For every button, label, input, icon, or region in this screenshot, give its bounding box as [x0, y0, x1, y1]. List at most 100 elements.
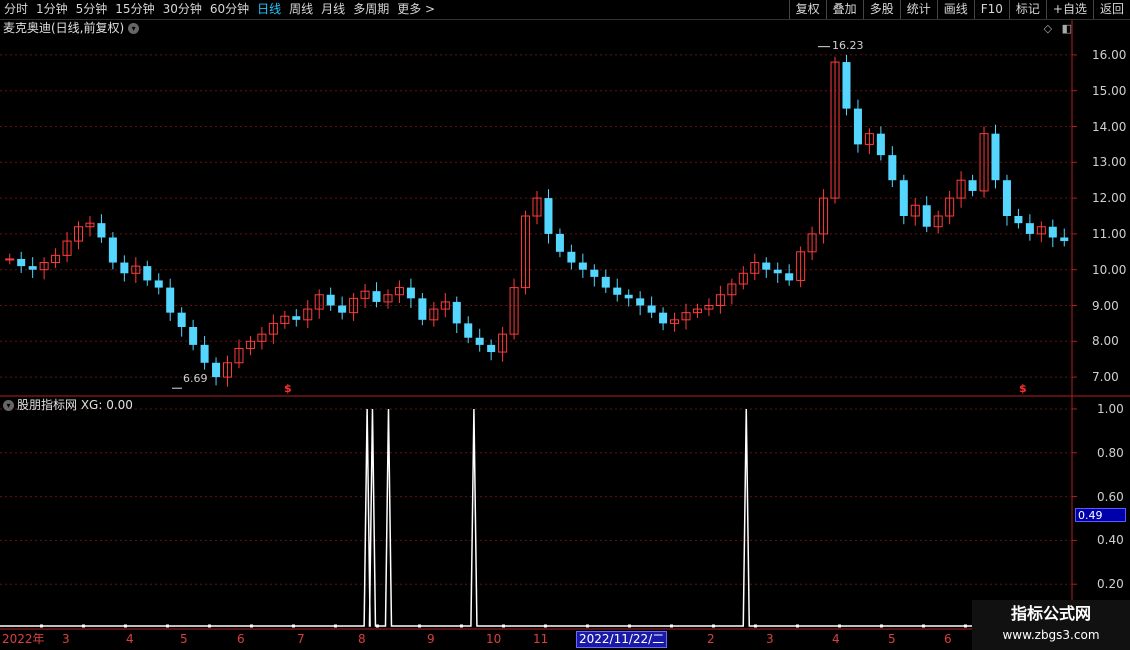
date-tick-label: 7	[297, 632, 305, 646]
signal-dot	[40, 624, 43, 628]
candle-body	[544, 198, 553, 234]
signal-dot	[796, 624, 799, 628]
price-tick-label: 8.00	[1092, 334, 1119, 349]
signal-dot	[586, 624, 589, 628]
price-tick-label: 11.00	[1092, 226, 1127, 241]
price-tick-label: 15.00	[1092, 83, 1127, 98]
candle-body	[200, 344, 209, 363]
signal-dot	[334, 624, 337, 628]
date-tick-label: 5	[888, 632, 896, 646]
price-tick-label: 13.00	[1092, 155, 1127, 170]
candle-body	[762, 262, 771, 270]
date-tick-label: 6	[944, 632, 952, 646]
signal-dot	[418, 624, 421, 628]
signal-dot	[166, 624, 169, 628]
candle-body	[624, 294, 633, 299]
signal-dot	[628, 624, 631, 628]
signal-dot	[922, 624, 925, 628]
candle-body	[922, 205, 931, 227]
indicator-tick-label: 0.20	[1097, 577, 1124, 592]
candle-body	[212, 362, 221, 378]
signal-dot	[250, 624, 253, 628]
signal-dot	[838, 624, 841, 628]
date-tick-label: 9	[427, 632, 435, 646]
date-tick-label: 8	[358, 632, 366, 646]
price-chart[interactable]	[0, 0, 1130, 650]
indicator-tick-label: 0.60	[1097, 489, 1124, 504]
signal-dot	[502, 624, 505, 628]
high-price-label: 16.23	[832, 39, 864, 52]
signal-dot	[712, 624, 715, 628]
candle-body	[1060, 237, 1069, 242]
date-tick-label: 2022年	[2, 632, 45, 646]
indicator-label: 股朋指标网 XG: 0.00	[17, 398, 133, 412]
date-tick-label: 11	[533, 632, 549, 646]
candle-body	[567, 251, 576, 263]
candle-body	[28, 266, 37, 270]
candle-body	[464, 323, 473, 338]
watermark: 指标公式网 www.zbgs3.com	[972, 600, 1130, 650]
indicator-tick-label: 1.00	[1097, 401, 1124, 416]
date-tick-label: 4	[126, 632, 134, 646]
candle-body	[578, 262, 587, 270]
candle-body	[876, 133, 885, 156]
signal-marker: $	[284, 382, 292, 395]
signal-dot	[292, 624, 295, 628]
candle-body	[338, 305, 347, 313]
candle-body	[475, 337, 484, 345]
date-tick-label: 2	[707, 632, 715, 646]
candle-body	[601, 276, 610, 288]
price-tick-label: 9.00	[1092, 298, 1119, 313]
watermark-line2: www.zbgs3.com	[1002, 628, 1100, 642]
signal-dot	[82, 624, 85, 628]
candle-body	[120, 262, 129, 274]
candle-body	[899, 180, 908, 216]
candle-body	[5, 258, 15, 261]
candle-body	[647, 305, 656, 313]
candle-body	[418, 298, 427, 320]
candle-body	[636, 298, 645, 306]
chevron-down-icon[interactable]: ▾	[3, 400, 14, 411]
candle-body	[17, 258, 26, 267]
signal-dot	[208, 624, 211, 628]
candle-body	[968, 180, 977, 191]
candle-body	[372, 291, 381, 302]
price-tick-label: 12.00	[1092, 191, 1127, 206]
candle-body	[853, 108, 862, 145]
date-tick-label: 10	[486, 632, 502, 646]
price-tick-label: 14.00	[1092, 119, 1127, 134]
signal-dot	[670, 624, 673, 628]
signal-dot	[376, 624, 379, 628]
signal-dot	[754, 624, 757, 628]
candle-body	[1014, 216, 1023, 224]
date-tick-label: 3	[766, 632, 774, 646]
signal-line	[0, 408, 1072, 627]
candle-body	[292, 316, 301, 320]
signal-dot	[964, 624, 967, 628]
date-tick-label: 5	[180, 632, 188, 646]
candle-body	[487, 344, 496, 353]
candle-body	[842, 62, 851, 109]
candle-body	[143, 266, 152, 281]
low-price-label: 6.69	[183, 372, 208, 385]
current-value-badge: 0.49	[1075, 508, 1126, 522]
date-tick-label: 6	[237, 632, 245, 646]
signal-dot	[460, 624, 463, 628]
price-tick-label: 16.00	[1092, 47, 1127, 62]
candle-body	[406, 287, 415, 299]
signal-dot	[544, 624, 547, 628]
candle-body	[659, 312, 668, 324]
candle-body	[97, 223, 106, 238]
price-tick-label: 7.00	[1092, 370, 1119, 385]
candle-body	[154, 280, 163, 288]
watermark-line1: 指标公式网	[1010, 604, 1091, 623]
signal-marker: $	[1019, 382, 1027, 395]
candle-body	[590, 269, 599, 277]
candle-body	[1025, 223, 1034, 234]
selected-date: 2022/11/22/二	[576, 631, 668, 648]
candle-body	[555, 233, 564, 252]
candle-body	[189, 326, 198, 345]
signal-dot	[880, 624, 883, 628]
indicator-tick-label: 0.80	[1097, 445, 1124, 460]
candle-body	[785, 273, 794, 281]
